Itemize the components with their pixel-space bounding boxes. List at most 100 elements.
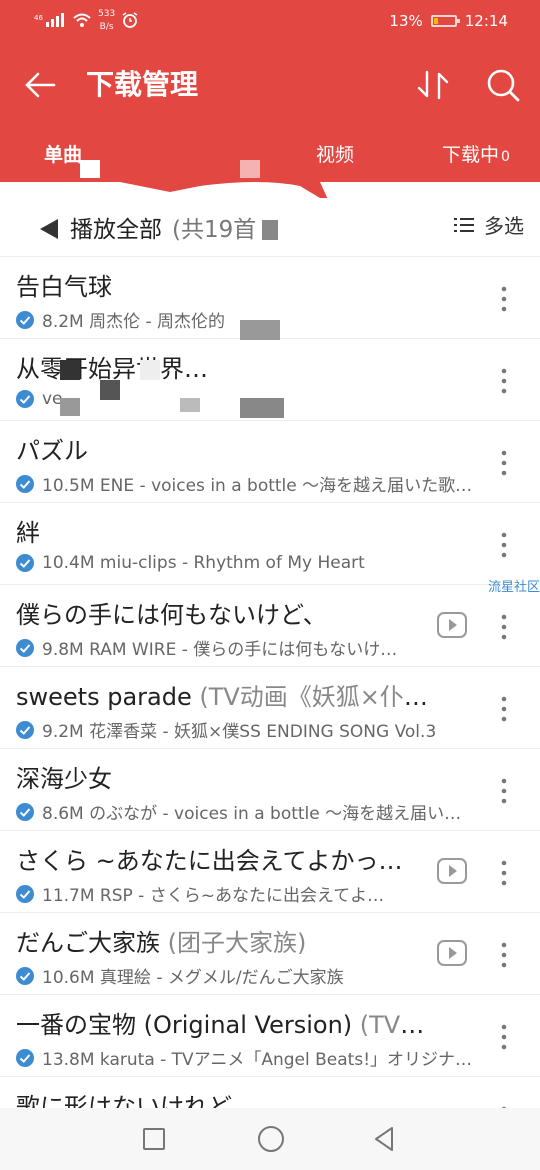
song-row[interactable]: さくら ~あなたに出会えてよかっ… 11.7M RSP - さくら~あなたに出会え…: [0, 831, 540, 913]
more-options-icon[interactable]: [492, 365, 516, 397]
more-options-icon[interactable]: [492, 857, 516, 889]
sort-button[interactable]: [412, 64, 454, 106]
song-row[interactable]: 僕らの手には何もないけど、 9.8M RAM WIRE - 僕らの手には何もないけ…: [0, 585, 540, 667]
downloaded-check-icon: [16, 966, 34, 985]
privacy-mask: [60, 360, 80, 380]
song-title-extra: (TV动画《妖狐×仆SS》…: [199, 683, 436, 711]
page-title: 下载管理: [86, 68, 199, 101]
play-icon: [40, 219, 58, 239]
downloaded-check-icon: [16, 802, 34, 821]
tab-songs[interactable]: 单曲: [44, 140, 82, 167]
song-meta-text: 11.7M RSP - さくら~あなたに出会えてよ…: [42, 886, 385, 906]
signal-icon: 46: [34, 12, 66, 31]
battery-percent: 13%: [389, 12, 423, 30]
song-row[interactable]: だんご大家族 (团子大家族) 10.6M 真理絵 - メグメル/だんご大家族: [0, 913, 540, 995]
more-options-icon[interactable]: [492, 529, 516, 561]
sort-icon: [417, 70, 449, 100]
more-options-icon[interactable]: [492, 283, 516, 315]
song-meta-text: 8.6M のぶなが - voices in a bottle ～海を越え届い…: [42, 804, 462, 824]
home-button[interactable]: [258, 1126, 284, 1152]
song-meta: 9.8M RAM WIRE - 僕らの手には何もないけ…: [16, 635, 484, 660]
more-options-icon[interactable]: [492, 447, 516, 479]
mv-play-icon[interactable]: [436, 609, 468, 641]
privacy-mask: [180, 398, 200, 412]
song-title-text: 一番の宝物 (Original Version): [16, 1011, 360, 1039]
privacy-mask: [240, 160, 260, 178]
nav-back-button[interactable]: [372, 1126, 396, 1152]
status-bar: 46 533 B/s 13% 12:14: [0, 0, 540, 44]
song-meta-text: 8.2M 周杰伦 - 周杰伦的: [42, 312, 226, 332]
recent-apps-button[interactable]: [143, 1128, 165, 1150]
song-title: 告白气球: [16, 267, 436, 302]
play-all-label: 播放全部: [70, 217, 162, 243]
play-all-button[interactable]: 播放全部 (共19首: [38, 212, 257, 243]
song-row[interactable]: 深海少女 8.6M のぶなが - voices in a bottle ～海を越え…: [0, 749, 540, 831]
downloaded-check-icon: [16, 554, 34, 572]
battery-icon: [430, 15, 460, 27]
song-meta-text: 9.2M 花澤香菜 - 妖狐×僕SS ENDING SONG Vol.3: [42, 722, 437, 742]
more-options-icon[interactable]: [492, 1021, 516, 1053]
downloaded-check-icon: [16, 1048, 34, 1067]
song-meta-text: 10.5M ENE - voices in a bottle ～海を越え届いた歌…: [42, 476, 473, 496]
song-title-extra: (TV动画…: [359, 1011, 436, 1039]
status-right: 13% 12:14: [389, 12, 508, 30]
song-title-extra: (团子大家族): [167, 929, 307, 957]
song-title-text: 深海少女: [16, 765, 112, 793]
signal-label: 46: [34, 14, 43, 22]
downloaded-check-icon: [16, 720, 34, 739]
song-row[interactable]: 一番の宝物 (Original Version) (TV动画… 13.8M kar…: [0, 995, 540, 1077]
more-options-icon[interactable]: [492, 611, 516, 643]
song-title-text: さくら ~あなたに出会えてよかっ…: [16, 847, 403, 875]
mv-play-icon[interactable]: [436, 937, 468, 969]
song-title: さくら ~あなたに出会えてよかっ…: [16, 841, 436, 876]
song-title-text: 絆: [16, 519, 40, 547]
more-options-icon[interactable]: [492, 775, 516, 807]
back-button[interactable]: [20, 64, 62, 106]
multi-select-button[interactable]: 多选: [454, 210, 524, 239]
tab-downloading[interactable]: 下载中 0: [442, 140, 510, 167]
network-speed: 533 B/s: [98, 8, 115, 34]
song-title: 絆: [16, 513, 436, 548]
app-bar: 下载管理: [0, 44, 540, 126]
downloaded-check-icon: [16, 884, 34, 903]
song-meta: 13.8M karuta - TVアニメ「Angel Beats!」オリジナ…: [16, 1045, 484, 1070]
privacy-mask: [100, 380, 120, 400]
privacy-mask: [140, 360, 160, 380]
more-options-icon[interactable]: [492, 693, 516, 725]
song-title-text: sweets parade: [16, 683, 200, 711]
more-options-icon[interactable]: [492, 939, 516, 971]
song-meta: 9.2M 花澤香菜 - 妖狐×僕SS ENDING SONG Vol.3: [16, 717, 484, 742]
song-meta: 10.5M ENE - voices in a bottle ～海を越え届いた歌…: [16, 471, 484, 496]
watermark: 流星社区: [487, 580, 540, 595]
search-button[interactable]: [482, 64, 524, 106]
status-left: 46 533 B/s: [34, 8, 139, 34]
arrow-left-icon: [25, 72, 56, 98]
song-row[interactable]: パズル 10.5M ENE - voices in a bottle ～海を越え届…: [0, 421, 540, 503]
song-title: sweets parade (TV动画《妖狐×仆SS》…: [16, 677, 436, 712]
song-row[interactable]: 絆 10.4M miu-clips - Rhythm of My Heart: [0, 503, 540, 585]
song-title-text: だんご大家族: [16, 929, 168, 957]
downloaded-check-icon: [16, 474, 34, 493]
song-meta-text: 10.4M miu-clips - Rhythm of My Heart: [42, 553, 365, 573]
song-row[interactable]: sweets parade (TV动画《妖狐×仆SS》… 9.2M 花澤香菜 - …: [0, 667, 540, 749]
privacy-mask: [60, 398, 80, 416]
privacy-mask: [240, 320, 280, 340]
song-meta: 11.7M RSP - さくら~あなたに出会えてよ…: [16, 881, 484, 906]
tab-video[interactable]: 视频: [316, 140, 354, 167]
song-meta-text: 13.8M karuta - TVアニメ「Angel Beats!」オリジナ…: [42, 1050, 473, 1070]
net-speed-value: 533: [98, 9, 116, 19]
privacy-mask: [80, 160, 100, 178]
privacy-mask: [262, 220, 278, 240]
tab-downloading-label: 下载中: [442, 144, 500, 166]
song-meta: 10.6M 真理絵 - メグメル/だんご大家族: [16, 963, 484, 988]
song-meta: 10.4M miu-clips - Rhythm of My Heart: [16, 553, 484, 573]
play-all-count: (共19首: [172, 217, 257, 243]
downloaded-check-icon: [16, 310, 34, 329]
wifi-icon: [72, 12, 92, 31]
song-meta: 8.6M のぶなが - voices in a bottle ～海を越え届い…: [16, 799, 484, 824]
song-title: 僕らの手には何もないけど、: [16, 595, 436, 630]
privacy-mask: [240, 398, 284, 418]
list-icon: [454, 217, 474, 232]
mv-play-icon[interactable]: [436, 855, 468, 887]
song-list: 告白气球 8.2M 周杰伦 - 周杰伦的 从零开始异世界… ve パズル 10.5M EN…: [0, 257, 540, 1159]
